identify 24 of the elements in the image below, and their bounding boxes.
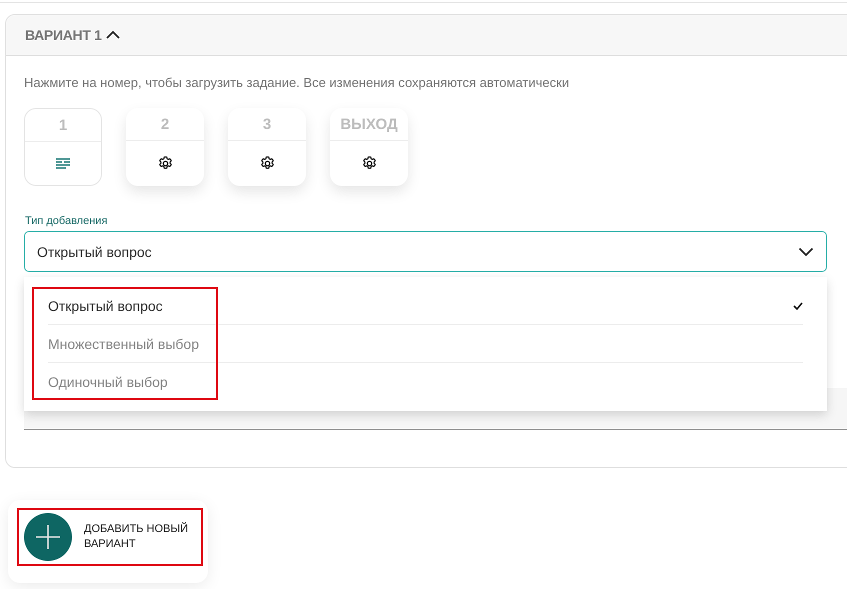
- chevron-down-icon: [798, 246, 814, 256]
- task-number: 1: [25, 109, 101, 142]
- task-tile[interactable]: 2: [126, 108, 204, 186]
- plus-icon: [24, 513, 72, 561]
- text-lines-icon: [55, 158, 71, 170]
- dropdown-option[interactable]: Одиночный выбор: [48, 363, 803, 400]
- task-tile[interactable]: 3: [228, 108, 306, 186]
- dropdown-option[interactable]: Открытый вопрос: [48, 287, 803, 325]
- settings-icon: [362, 156, 376, 171]
- variant-title: ВАРИАНТ 1: [25, 27, 102, 43]
- settings-icon: [260, 156, 274, 171]
- instruction-text: Нажмите на номер, чтобы загрузить задание. Все изменения сохраняются автоматически: [24, 75, 570, 90]
- dropdown-option[interactable]: Множественный выбор: [48, 325, 803, 363]
- task-number: 3: [228, 108, 306, 141]
- task-tile[interactable]: 1: [24, 108, 102, 186]
- task-tile[interactable]: ВЫХОД: [330, 108, 408, 186]
- type-dropdown[interactable]: Открытый вопрос: [24, 231, 827, 272]
- task-number: ВЫХОД: [330, 108, 408, 141]
- task-number: 2: [126, 108, 204, 141]
- field-label: Тип добавления: [25, 215, 108, 227]
- settings-icon: [158, 156, 172, 171]
- variant-header[interactable]: ВАРИАНТ 1: [6, 15, 847, 56]
- add-variant-button[interactable]: ДОБАВИТЬ НОВЫЙ ВАРИАНТ: [17, 508, 203, 566]
- check-icon: [793, 302, 803, 310]
